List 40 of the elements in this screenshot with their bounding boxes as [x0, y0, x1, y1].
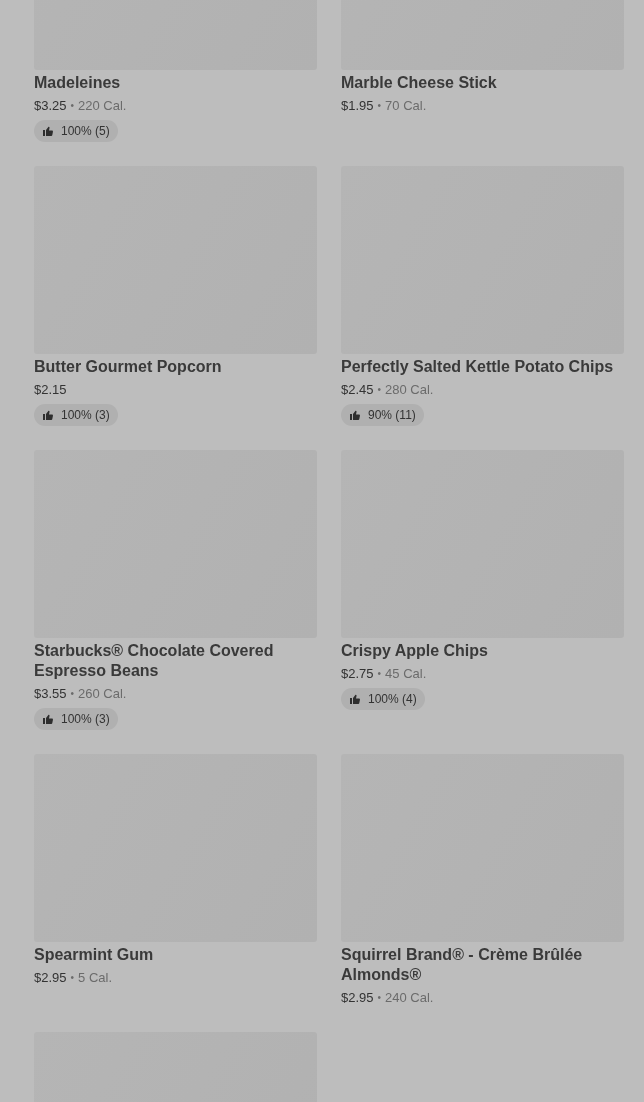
- thumbs-up-icon: [42, 409, 54, 421]
- thumbs-up-icon: [42, 713, 54, 725]
- calories: 220 Cal.: [78, 97, 127, 115]
- calories: 240 Cal.: [385, 989, 434, 1007]
- rating-badge: 100% (5): [34, 120, 118, 142]
- rating-badge: 100% (3): [34, 708, 118, 730]
- product-name[interactable]: Butter Gourmet Popcorn: [34, 357, 317, 377]
- thumbs-up-icon: [42, 125, 54, 137]
- calories: 280 Cal.: [385, 381, 434, 399]
- product-name[interactable]: Crispy Apple Chips: [341, 641, 624, 661]
- product-name[interactable]: Spearmint Gum: [34, 945, 317, 965]
- separator: •: [377, 99, 382, 113]
- product-price: $2.75: [341, 665, 374, 683]
- product-name[interactable]: Marble Cheese Stick: [341, 73, 624, 93]
- separator: •: [377, 383, 382, 397]
- calories: 260 Cal.: [78, 685, 127, 703]
- rating-badge: 100% (4): [341, 688, 425, 710]
- product-price: $2.45: [341, 381, 374, 399]
- product-price: $2.95: [34, 969, 67, 987]
- rating-badge: 100% (3): [34, 404, 118, 426]
- product-name[interactable]: Squirrel Brand® - Crème Brûlée Almonds®: [341, 945, 624, 985]
- product-name[interactable]: Madeleines: [34, 73, 317, 93]
- separator: •: [377, 991, 382, 1005]
- product-price: $2.15: [34, 381, 67, 399]
- product-price: $2.95: [341, 989, 374, 1007]
- thumbs-up-icon: [349, 693, 361, 705]
- separator: •: [70, 687, 75, 701]
- product-price: $3.55: [34, 685, 67, 703]
- calories: 45 Cal.: [385, 665, 427, 683]
- separator: •: [70, 971, 75, 985]
- thumbs-up-icon: [349, 409, 361, 421]
- product-price: $1.95: [341, 97, 374, 115]
- separator: •: [70, 99, 75, 113]
- product-name[interactable]: Starbucks® Chocolate Covered Espresso Beans: [34, 641, 317, 681]
- calories: 5 Cal.: [78, 969, 113, 987]
- rating-badge: 90% (11): [341, 404, 424, 426]
- product-price: $3.25: [34, 97, 67, 115]
- separator: •: [377, 667, 382, 681]
- calories: 70 Cal.: [385, 97, 427, 115]
- product-name[interactable]: Perfectly Salted Kettle Potato Chips: [341, 357, 624, 377]
